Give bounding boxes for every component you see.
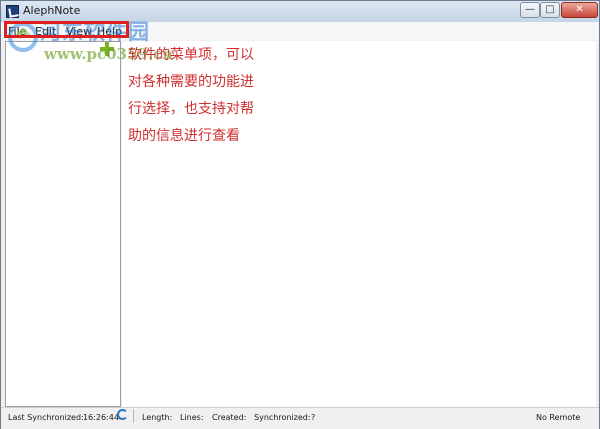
annotation-line: 助的信息进行查看 <box>128 128 240 144</box>
annotation-line: 软件的菜单项，可以 <box>128 47 254 63</box>
app-window: AlephNote — □ ✕ File Edit View Help Last… <box>0 0 600 429</box>
close-button[interactable]: ✕ <box>561 2 598 18</box>
synchronized-value: ? <box>311 413 316 422</box>
synchronized-label: Synchronized: <box>254 413 311 422</box>
maximize-button[interactable]: □ <box>540 2 560 18</box>
lines-label: Lines: <box>180 413 204 422</box>
status-separator <box>133 409 134 423</box>
last-sync-time: 16:26:44 <box>83 413 119 422</box>
note-list[interactable] <box>5 41 121 407</box>
remote-status: No Remote <box>536 413 581 422</box>
annotation-line: 对各种需要的功能进 <box>128 74 254 90</box>
annotation-line: 行选择，也支持对帮 <box>128 101 254 117</box>
minimize-button[interactable]: — <box>520 2 540 18</box>
created-label: Created: <box>212 413 247 422</box>
menu-highlight-box <box>4 21 129 38</box>
length-label: Length: <box>142 413 173 422</box>
app-icon <box>6 5 19 18</box>
status-bar: Last Synchronized: 16:26:44 Length: Line… <box>1 407 599 429</box>
sync-icon[interactable] <box>117 409 128 420</box>
last-sync-label: Last Synchronized: <box>8 413 84 422</box>
annotation-text: 软件的菜单项，可以 对各种需要的功能进 行选择，也支持对帮 助的信息进行查看 <box>128 42 278 150</box>
